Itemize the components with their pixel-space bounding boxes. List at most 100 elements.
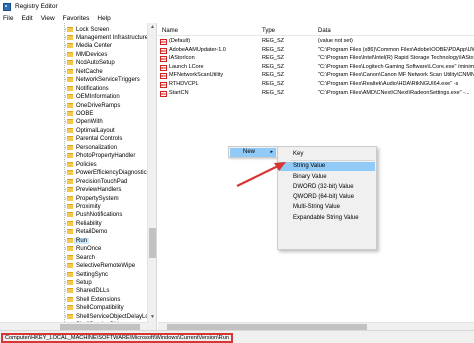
tree-item-label: RunOnce	[76, 246, 102, 253]
tree-item[interactable]: › RunOnce	[0, 245, 147, 254]
scroll-down-icon[interactable]: ▼	[148, 313, 156, 322]
tree-item-label: Search	[76, 254, 96, 261]
tree-item-label: PropertySystem	[76, 195, 119, 202]
context-menu-new[interactable]: New ▸	[230, 148, 276, 157]
tree-item[interactable]: › NetCache	[0, 67, 147, 76]
string-value-icon: ab	[160, 56, 167, 63]
tree-item[interactable]: › MMDevices	[0, 50, 147, 59]
scroll-up-icon[interactable]: ▲	[148, 23, 156, 32]
tree-item-label: PushNotifications	[76, 212, 123, 219]
submenu-item[interactable]: QWORD (64-bit) Value	[279, 193, 375, 202]
tree-item-label: ShellCompatibility	[76, 305, 124, 312]
menu-edit[interactable]: Edit	[21, 15, 32, 22]
tree-item-label: Shell Extensions	[76, 296, 121, 303]
value-row[interactable]: ab Launch LCore REG_SZ "C:\Program Files\Lo…	[158, 64, 474, 73]
tree-item-label: OptimalLayout	[76, 127, 115, 134]
value-row[interactable]: ab MFNetworkScanUtility REG_SZ "C:\Program …	[158, 72, 474, 81]
folder-icon	[67, 288, 73, 294]
tree-item[interactable]: › Notifications	[0, 84, 147, 93]
value-row[interactable]: ab RTHDVCPL REG_SZ "C:\Program Files\Realte…	[158, 81, 474, 90]
tree-item[interactable]: › Personalization	[0, 143, 147, 152]
submenu-item[interactable]: Multi-String Value	[279, 203, 375, 212]
column-type-header[interactable]: Type	[262, 28, 275, 34]
tree-item[interactable]: › Policies	[0, 160, 147, 169]
tree-item[interactable]: › PrecisionTouchPad	[0, 177, 147, 186]
value-data: (value not set)	[318, 38, 353, 44]
tree-item-label: OEMInformation	[76, 94, 120, 101]
tree-item[interactable]: › PushNotifications	[0, 211, 147, 220]
tree-item[interactable]: › Management Infrastructure	[0, 33, 148, 42]
context-menu: New ▸	[228, 146, 278, 158]
tree-vertical-scrollbar[interactable]: ▲ ▼	[147, 23, 156, 330]
tree-item[interactable]: › Proximity	[0, 202, 147, 211]
string-value-icon: ab	[160, 64, 167, 71]
submenu-separator	[290, 160, 374, 161]
menu-favorites[interactable]: Favorites	[63, 15, 90, 22]
registry-tree[interactable]: ›ShellServiceObjects›ShellServiceObjectD…	[0, 23, 157, 330]
value-data: "C:\Program Files\Logitech Gaming Softwa…	[318, 63, 474, 70]
tree-item-label: Proximity	[76, 203, 101, 210]
tree-item[interactable]: › OptimalLayout	[0, 126, 147, 135]
value-row[interactable]: ab IAStorIcon REG_SZ "C:\Program Files\Inte…	[158, 55, 474, 64]
tree-item[interactable]: › Setup	[0, 279, 147, 288]
value-data: "C:\Program Files\Canon\Canon MF Network…	[318, 72, 474, 79]
tree-item[interactable]: › Lock Screen	[0, 25, 147, 34]
tree-item[interactable]: › PropertySystem	[0, 194, 147, 203]
tree-item[interactable]: › NcdAutoSetup	[0, 59, 147, 68]
submenu-item[interactable]: Key	[279, 150, 375, 159]
value-type: REG_SZ	[262, 89, 285, 96]
tree-item[interactable]: › NetworkServiceTriggers	[0, 76, 147, 85]
menu-view[interactable]: View	[41, 15, 55, 22]
tree-item[interactable]: › ShellServiceObjectDelayLoad	[0, 312, 155, 321]
tree-item-label: SharedDLLs	[76, 288, 110, 295]
window-title: Registry Editor	[15, 3, 58, 10]
tree-item[interactable]: › OpenWith	[0, 118, 147, 127]
folder-icon	[67, 77, 73, 83]
tree-item-label: PreviewHandlers	[76, 187, 122, 194]
folder-icon	[67, 195, 73, 201]
tree-item-label: OneDriveRamps	[76, 102, 121, 109]
folder-icon	[67, 305, 73, 311]
tree-scroll-thumb[interactable]	[149, 228, 156, 258]
menu-help[interactable]: Help	[97, 15, 110, 22]
value-row[interactable]: ab (Default) REG_SZ (value not set)	[158, 38, 474, 47]
tree-item[interactable]: › PowerEfficiencyDiagnostics	[0, 169, 150, 178]
submenu-item[interactable]: Expandable String Value	[279, 214, 375, 223]
column-name-header[interactable]: Name	[162, 28, 178, 34]
value-type: REG_SZ	[262, 63, 285, 70]
tree-item[interactable]: › Parental Controls	[0, 135, 147, 144]
folder-icon	[67, 271, 73, 277]
tree-item[interactable]: › Shell Extensions	[0, 295, 147, 304]
tree-item[interactable]: › OneDriveRamps	[0, 101, 147, 110]
list-horizontal-scrollbar[interactable]	[158, 322, 474, 330]
tree-item[interactable]: › SettingSync	[0, 270, 147, 279]
folder-icon	[67, 296, 73, 302]
string-value-icon: ab	[160, 39, 167, 45]
tree-item[interactable]: › SharedDLLs	[0, 287, 147, 296]
tree-item[interactable]: › PreviewHandlers	[0, 186, 147, 195]
tree-item[interactable]: › ShellCompatibility	[0, 304, 147, 313]
context-menu-new-label: New	[243, 149, 256, 155]
tree-item[interactable]: › OOBE	[0, 110, 147, 119]
menu-bar: File Edit View Favorites Help	[0, 13, 474, 23]
tree-item[interactable]: › Media Center	[0, 42, 147, 51]
tree-item[interactable]: › Search	[0, 253, 147, 262]
registry-editor-icon	[3, 2, 11, 11]
value-data: "C:\Program Files\Intel\Intel(R) Rapid S…	[318, 55, 474, 62]
folder-icon	[67, 127, 73, 133]
value-row[interactable]: ab AdobeAAMUpdater-1.0 REG_SZ "C:\Program F…	[158, 47, 474, 56]
tree-item[interactable]: › Run	[0, 236, 147, 245]
tree-item[interactable]: › OEMInformation	[0, 93, 147, 102]
menu-file[interactable]: File	[3, 15, 13, 22]
tree-item[interactable]: › Reliability	[0, 219, 147, 228]
tree-item-label: PrecisionTouchPad	[76, 178, 128, 185]
tree-horizontal-scrollbar[interactable]	[0, 322, 148, 330]
value-name: (Default)	[169, 38, 191, 44]
value-row[interactable]: ab StartCN REG_SZ "C:\Program Files\AMD\CNe…	[158, 90, 474, 99]
tree-item[interactable]: › PhotoPropertyHandler	[0, 152, 147, 161]
tree-item[interactable]: › SelectiveRemoteWipe	[0, 262, 147, 271]
registry-path: Computer\HKEY_LOCAL_MACHINE\SOFTWARE\Mic…	[1, 333, 233, 343]
tree-item-label: SettingSync	[76, 271, 109, 278]
column-data-header[interactable]: Data	[318, 28, 331, 34]
tree-item[interactable]: › RetailDemo	[0, 228, 147, 237]
